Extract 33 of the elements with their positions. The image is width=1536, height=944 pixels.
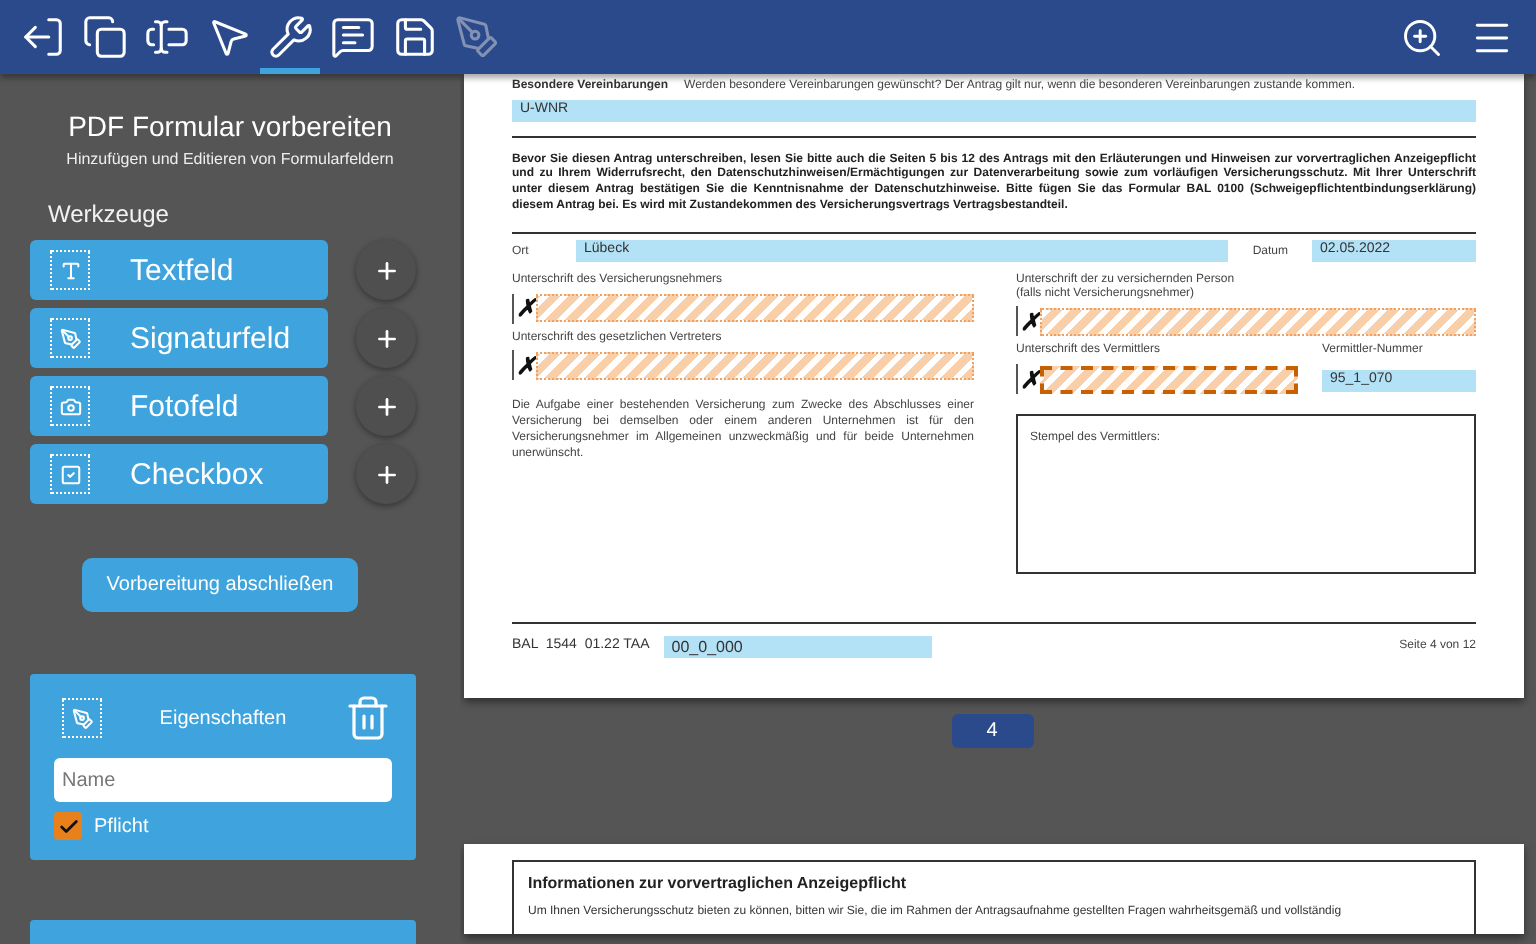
- plus-icon: [373, 257, 399, 283]
- plus-icon: [373, 325, 399, 351]
- delete-icon[interactable]: [343, 694, 392, 742]
- panel-title: Eigenschaften: [159, 707, 287, 729]
- text-field-icon: [143, 14, 189, 60]
- pen-nib-icon-glyph: [71, 707, 93, 729]
- save-icon: [391, 14, 437, 60]
- section-heading: Werkzeuge: [48, 200, 169, 228]
- camera-icon-glyph: [59, 395, 81, 417]
- pen-nib-icon: [453, 14, 499, 60]
- copy-icon: [81, 14, 127, 60]
- page-number: 4: [951, 714, 1033, 749]
- sidebar-title: PDF Formular vorbereiten: [68, 110, 392, 142]
- checkbox-icon-glyph: [59, 463, 81, 485]
- check-icon: [57, 815, 79, 837]
- comment-icon: [329, 14, 375, 60]
- add-button[interactable]: [356, 240, 416, 300]
- checkbox-label: Pflicht: [94, 815, 149, 837]
- plus-icon: [373, 393, 399, 419]
- zoom-in-icon: [1400, 15, 1444, 59]
- info-heading: Informationen zur vorvertraglichen Anzeigepflicht: [528, 874, 909, 895]
- sidebar-subtitle: Hinzufügen und Editieren von Formularfeldern: [66, 150, 394, 168]
- exit-icon: [19, 14, 65, 60]
- checkbox[interactable]: [54, 812, 82, 840]
- name-field[interactable]: Name: [54, 758, 392, 802]
- add-button[interactable]: [356, 376, 416, 436]
- text-icon-glyph: [59, 259, 81, 281]
- add-button[interactable]: [356, 444, 416, 504]
- plus-icon: [373, 461, 399, 487]
- pen-nib-icon-glyph: [59, 327, 81, 349]
- wrench-icon: [267, 14, 313, 60]
- form-field[interactable]: 00_0_000: [663, 636, 932, 659]
- add-button[interactable]: [356, 308, 416, 368]
